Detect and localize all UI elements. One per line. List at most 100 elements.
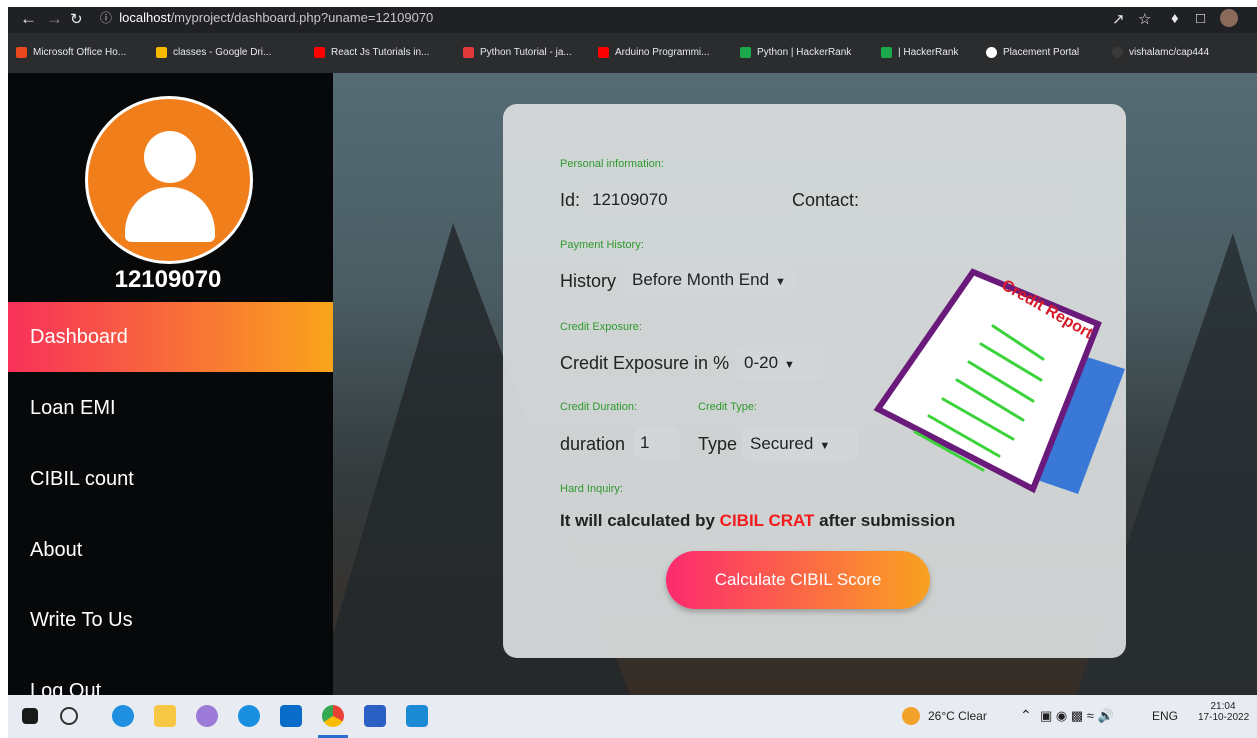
id-input[interactable]: 12109070: [586, 184, 786, 216]
sidebar-item-dashboard[interactable]: Dashboard: [8, 302, 333, 372]
chevron-down-icon: ▼: [819, 440, 831, 452]
personal-section-label: Personal information:: [560, 158, 664, 170]
type-select-value: Secured: [750, 434, 814, 453]
url-host: localhost: [119, 10, 171, 25]
sidebar: 12109070 Dashboard Loan EMI CIBIL count …: [8, 73, 333, 695]
bookmark-item[interactable]: | HackerRank: [881, 47, 958, 58]
extensions-icon[interactable]: ♦: [1171, 10, 1179, 27]
mail-icon[interactable]: [280, 705, 302, 727]
duration-section-label: Credit Duration:: [560, 401, 638, 413]
google-drive-icon: [156, 47, 167, 58]
search-icon[interactable]: [60, 707, 78, 725]
windows-start-icon[interactable]: [22, 708, 38, 724]
credit-report-illustration: Credit Report: [873, 268, 1125, 494]
contact-label: Contact:: [792, 190, 860, 210]
sidebar-item-about[interactable]: About: [8, 515, 333, 585]
sidebar-item-log-out[interactable]: Log Out: [8, 656, 333, 695]
clock-time: 21:04: [1210, 701, 1236, 712]
chevron-down-icon: ▼: [784, 359, 795, 371]
chrome-icon[interactable]: [322, 705, 344, 727]
bookmark-item[interactable]: React Js Tutorials in...: [314, 47, 429, 58]
info-icon[interactable]: ⓘ: [100, 11, 112, 25]
bookmark-label: vishalamc/cap444: [1129, 47, 1210, 58]
language-indicator[interactable]: ENG: [1152, 709, 1178, 723]
username-label: 12109070: [114, 266, 222, 293]
sidebar-item-write-to-us[interactable]: Write To Us: [8, 585, 333, 655]
bookmark-item[interactable]: Python | HackerRank: [740, 47, 851, 58]
calculate-cibil-button[interactable]: Calculate CIBIL Score: [666, 551, 930, 609]
bookmark-label: Placement Portal: [1003, 47, 1080, 58]
bookmark-item[interactable]: Placement Portal: [986, 47, 1079, 58]
type-select[interactable]: Secured ▼: [742, 427, 858, 461]
avatar: [85, 96, 253, 264]
hackerrank-icon: [740, 47, 751, 58]
type-label: Type: [698, 434, 738, 454]
user-body-icon: [125, 187, 215, 242]
history-label: History: [560, 271, 617, 291]
address-bar[interactable]: ⓘ localhost/myproject/dashboard.php?unam…: [100, 9, 433, 26]
bookmarks-bar: Microsoft Office Ho... classes - Google …: [8, 33, 1257, 73]
bookmark-label: React Js Tutorials in...: [331, 47, 430, 58]
youtube-icon: [314, 47, 325, 58]
payment-section-label: Payment History:: [560, 239, 644, 251]
reload-icon[interactable]: ↻: [70, 10, 83, 28]
exposure-select[interactable]: 0-20 ▼: [736, 346, 823, 380]
tray-chevron-icon[interactable]: ⌃: [1020, 707, 1032, 724]
bookmark-label: Arduino Programmi...: [615, 47, 710, 58]
telegram-icon[interactable]: [238, 705, 260, 727]
profile-avatar-icon[interactable]: [1220, 9, 1238, 27]
forward-icon[interactable]: →: [46, 9, 63, 29]
sidebar-item-loan-emi[interactable]: Loan EMI: [8, 373, 333, 443]
note-suffix: after submission: [819, 511, 956, 530]
sidebar-item-cibil-count[interactable]: CIBIL count: [8, 444, 333, 514]
bookmark-label: Microsoft Office Ho...: [33, 47, 127, 58]
cibil-form-card: Personal information: Id: 12109070 Conta…: [503, 104, 1126, 658]
user-head-icon: [144, 131, 196, 183]
clock-date: 17-10-2022: [1198, 712, 1250, 723]
app-icon[interactable]: [196, 705, 218, 727]
exposure-select-value: 0-20: [744, 353, 779, 372]
bookmark-star-icon[interactable]: ☆: [1138, 10, 1151, 28]
type-section-label: Credit Type:: [698, 401, 758, 413]
url-path: /myproject/dashboard.php?uname=12109070: [170, 10, 434, 25]
submission-note: It will calculated by CIBIL CRAT after s…: [560, 511, 955, 531]
exposure-label: Credit Exposure in %: [560, 353, 730, 373]
bookmark-label: Python | HackerRank: [757, 47, 852, 58]
note-prefix: It will calculated by: [560, 511, 715, 530]
weather-icon: [902, 707, 920, 725]
browser-toolbar: ← → ↻ ⓘ localhost/myproject/dashboard.ph…: [8, 7, 1257, 33]
bookmark-item[interactable]: Arduino Programmi...: [598, 47, 709, 58]
notepad-icon[interactable]: [364, 705, 386, 727]
vscode-icon[interactable]: [406, 705, 428, 727]
office-icon: [16, 47, 27, 58]
hackerrank-icon: [881, 47, 892, 58]
contact-input[interactable]: [867, 184, 1068, 216]
note-highlight: CIBIL CRAT: [719, 511, 815, 530]
bookmark-label: classes - Google Dri...: [173, 47, 272, 58]
bookmark-item[interactable]: Python Tutorial - ja...: [463, 47, 572, 58]
bookmark-label: Python Tutorial - ja...: [480, 47, 572, 58]
clock[interactable]: 21:04 17-10-2022: [1198, 701, 1250, 723]
window-icon[interactable]: □: [1196, 10, 1205, 27]
edge-icon[interactable]: [112, 705, 134, 727]
chevron-down-icon: ▼: [775, 276, 786, 288]
inquiry-section-label: Hard Inquiry:: [560, 483, 623, 495]
duration-label: duration: [560, 434, 626, 454]
bookmark-item[interactable]: classes - Google Dri...: [156, 47, 271, 58]
back-icon[interactable]: ←: [20, 9, 37, 29]
bookmark-label: | HackerRank: [898, 47, 959, 58]
weather-text[interactable]: 26°C Clear: [928, 709, 987, 723]
globe-icon: [986, 47, 997, 58]
taskbar: 26°C Clear ⌃ ▣ ◉ ▩ ≈ 🔊 ENG 21:04 17-10-2…: [8, 695, 1257, 738]
exposure-section-label: Credit Exposure:: [560, 321, 642, 333]
youtube-icon: [598, 47, 609, 58]
bookmark-item[interactable]: vishalamc/cap444: [1112, 47, 1209, 58]
id-label: Id:: [560, 190, 581, 210]
share-icon[interactable]: ↗: [1112, 10, 1125, 28]
github-icon: [1112, 47, 1123, 58]
bookmark-item[interactable]: Microsoft Office Ho...: [16, 47, 126, 58]
history-select[interactable]: Before Month End ▼: [624, 263, 794, 297]
tray-icons[interactable]: ▣ ◉ ▩ ≈ 🔊: [1040, 708, 1114, 724]
file-explorer-icon[interactable]: [154, 705, 176, 727]
duration-input[interactable]: 1: [634, 427, 680, 459]
